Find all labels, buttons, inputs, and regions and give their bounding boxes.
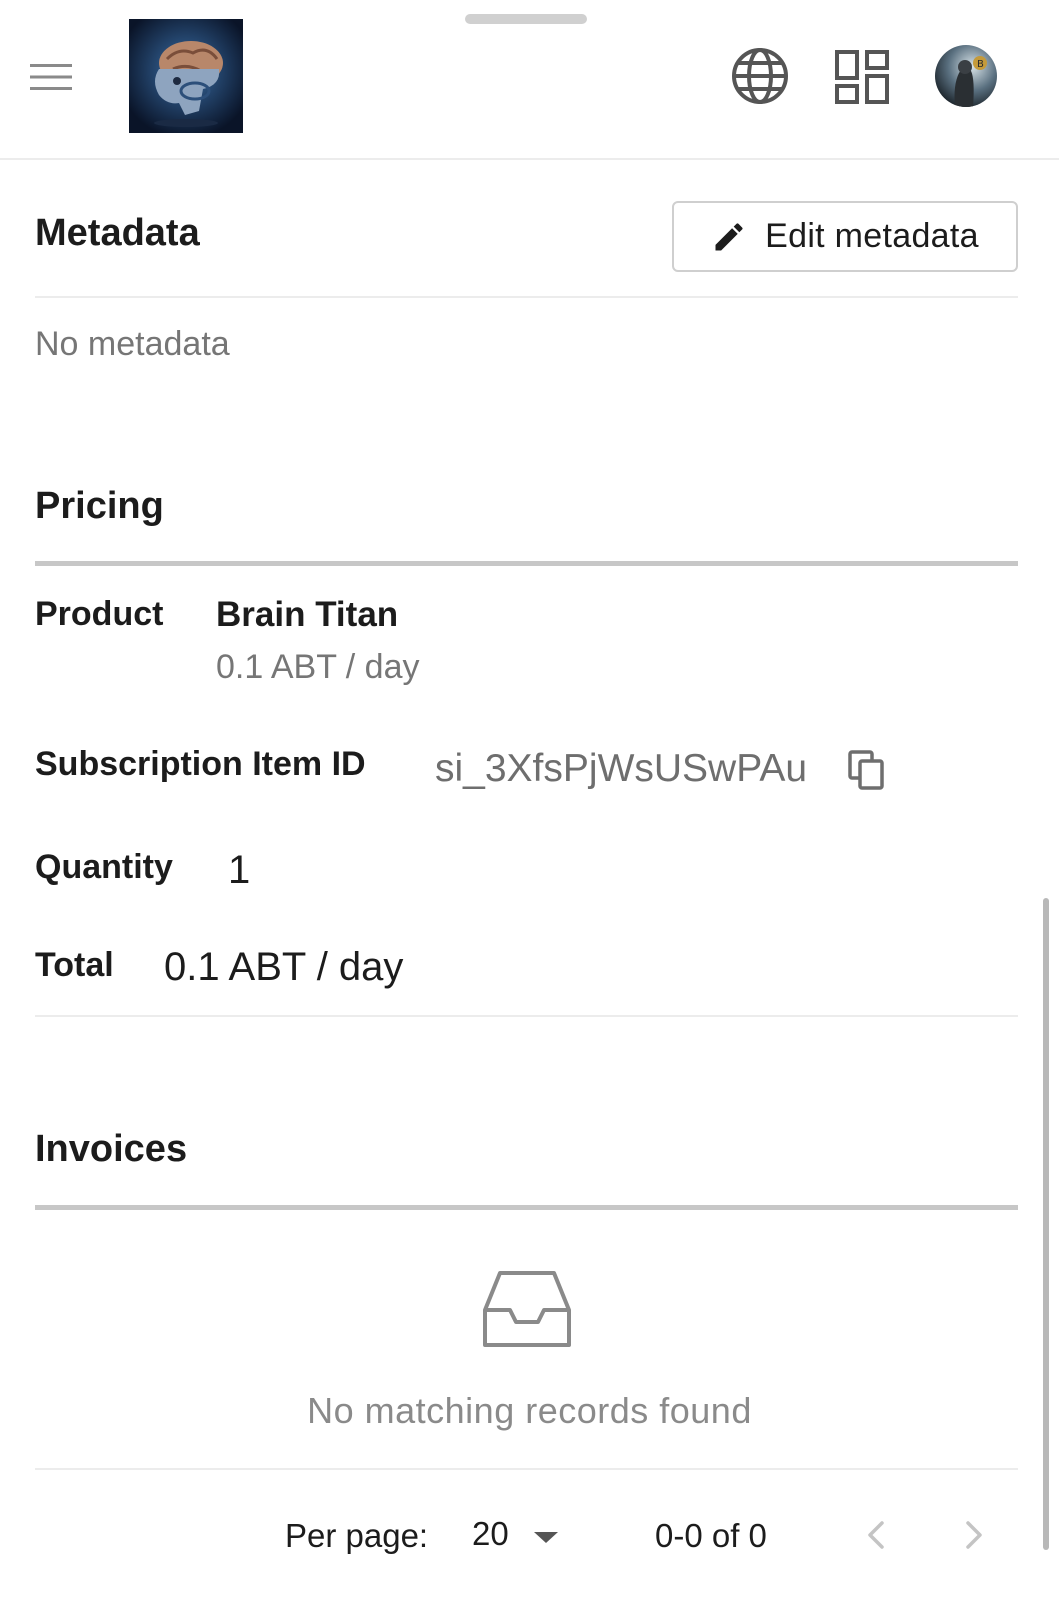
- pricing-bottom-divider: [35, 1015, 1018, 1017]
- no-metadata-text: No metadata: [35, 325, 230, 363]
- chevron-left-icon[interactable]: [862, 1515, 892, 1555]
- svg-text:B: B: [977, 59, 984, 70]
- brain-titan-logo-icon: [129, 19, 243, 133]
- copy-icon[interactable]: [848, 750, 886, 790]
- globe-icon[interactable]: [730, 46, 790, 106]
- product-price: 0.1 ABT / day: [216, 648, 420, 686]
- metadata-title: Metadata: [35, 212, 200, 254]
- subscription-item-label: Subscription Item ID: [35, 745, 366, 783]
- drag-handle[interactable]: [465, 14, 587, 24]
- quantity-label: Quantity: [35, 848, 173, 886]
- pagination-range: 0-0 of 0: [655, 1517, 767, 1554]
- total-value: 0.1 ABT / day: [164, 945, 404, 989]
- app-logo[interactable]: [129, 19, 243, 133]
- pricing-divider: [35, 561, 1018, 566]
- no-records-text: No matching records found: [307, 1390, 752, 1431]
- table-footer-divider: [35, 1468, 1018, 1470]
- per-page-label: Per page:: [285, 1517, 429, 1554]
- user-avatar[interactable]: B: [935, 45, 997, 107]
- per-page-select[interactable]: 20: [468, 1508, 568, 1558]
- dropdown-arrow-icon: [534, 1532, 558, 1543]
- pricing-title: Pricing: [35, 485, 164, 527]
- empty-inbox-icon: [483, 1271, 571, 1347]
- vertical-scrollbar[interactable]: [1043, 898, 1049, 1550]
- metadata-divider: [35, 296, 1018, 298]
- invoices-title: Invoices: [35, 1128, 188, 1170]
- product-label: Product: [35, 595, 164, 633]
- dashboard-grid-icon[interactable]: [835, 50, 889, 104]
- pencil-icon: [715, 222, 743, 250]
- quantity-value: 1: [228, 848, 251, 892]
- edit-metadata-label: Edit metadata: [765, 217, 979, 255]
- product-name[interactable]: Brain Titan: [216, 595, 398, 635]
- avatar-icon: B: [935, 45, 997, 107]
- per-page-value: 20: [472, 1515, 509, 1552]
- total-label: Total: [35, 946, 114, 984]
- invoices-divider: [35, 1205, 1018, 1210]
- chevron-right-icon[interactable]: [958, 1515, 988, 1555]
- top-bar: B: [0, 0, 1059, 160]
- subscription-item-id: si_3XfsPjWsUSwPAu: [435, 747, 808, 790]
- edit-metadata-button[interactable]: Edit metadata: [672, 201, 1018, 272]
- hamburger-menu-icon[interactable]: [30, 62, 72, 92]
